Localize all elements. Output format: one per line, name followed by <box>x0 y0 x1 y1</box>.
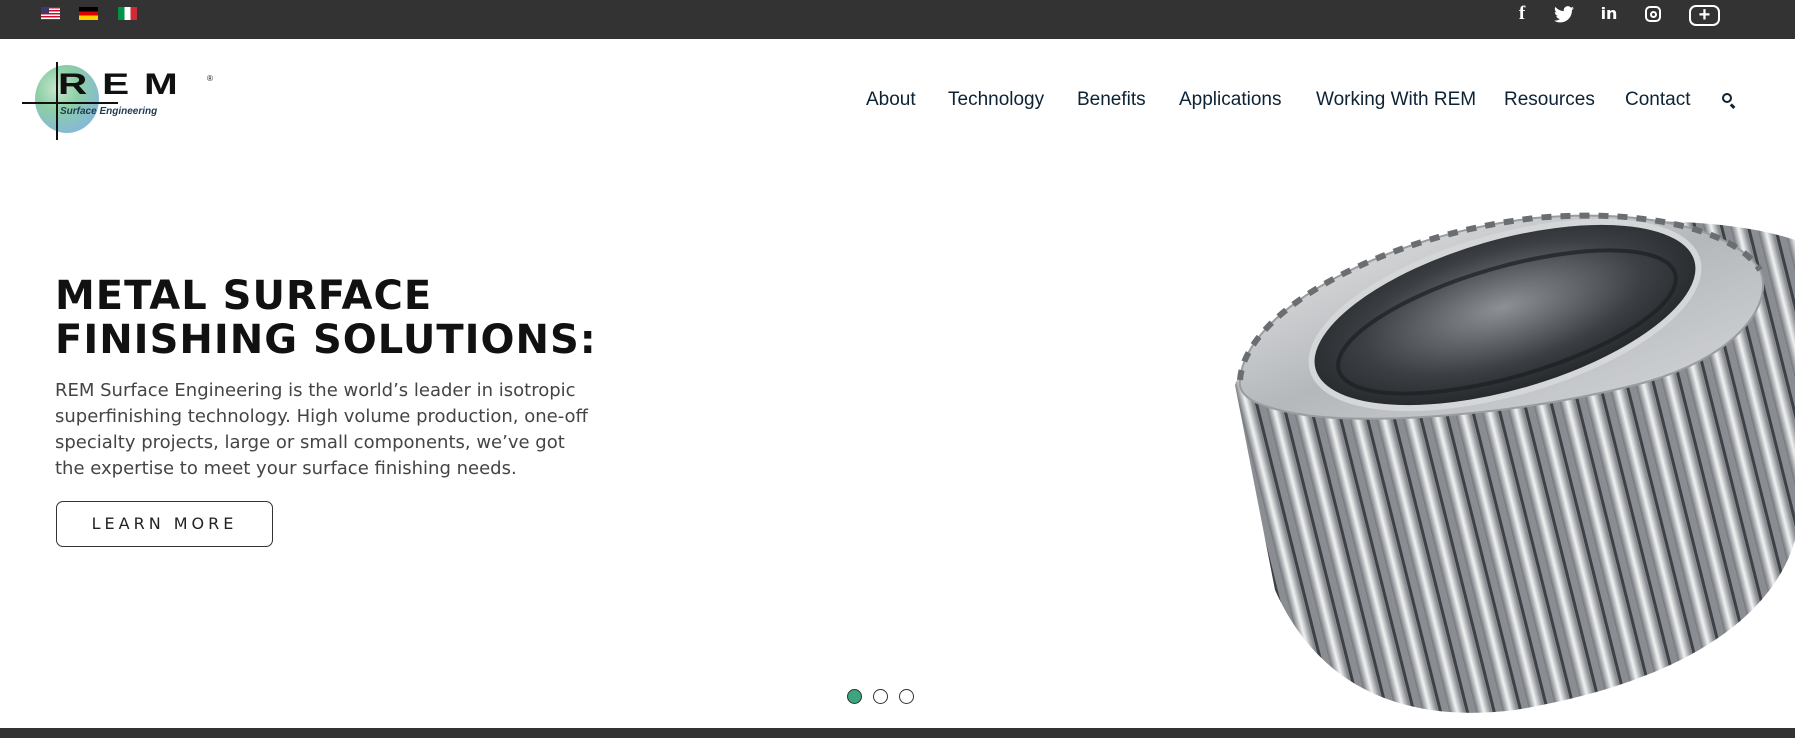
nav-item-contact[interactable]: Contact <box>1625 88 1690 112</box>
learn-more-button[interactable]: LEARN MORE <box>56 501 273 547</box>
logo-wordmark: REM <box>58 68 193 101</box>
linkedin-icon[interactable]: in <box>1599 4 1619 24</box>
italy-flag-icon[interactable] <box>118 7 137 20</box>
twitter-icon[interactable] <box>1553 4 1575 28</box>
logo-crosshair-horizontal <box>22 102 118 104</box>
search-icon[interactable] <box>1722 93 1736 109</box>
nav-item-working-with-rem[interactable]: Working With REM <box>1316 88 1476 112</box>
rem-logo[interactable]: REM ® Surface Engineering <box>22 60 217 142</box>
top-bar: f in + <box>0 0 1795 39</box>
hero-description: REM Surface Engineering is the world’s l… <box>55 380 588 479</box>
logo-registered-mark: ® <box>207 74 213 83</box>
us-flag-icon[interactable] <box>41 7 60 20</box>
nav-item-applications[interactable]: Applications <box>1179 88 1281 112</box>
instagram-icon[interactable] <box>1643 4 1663 27</box>
nav-item-technology[interactable]: Technology <box>948 88 1044 112</box>
nav-item-benefits[interactable]: Benefits <box>1077 88 1146 112</box>
carousel-dot-3[interactable] <box>899 689 914 704</box>
carousel-dot-2[interactable] <box>873 689 888 704</box>
hero-headline: METAL SURFACE FINISHING SOLUTIONS: <box>55 274 597 362</box>
carousel-dot-1[interactable] <box>847 689 862 704</box>
nav-item-resources[interactable]: Resources <box>1504 88 1595 112</box>
hero-headline-line1: METAL SURFACE <box>55 273 433 319</box>
nav-item-about[interactable]: About <box>866 88 916 112</box>
plus-icon[interactable]: + <box>1689 5 1720 26</box>
gear-image <box>1215 210 1795 715</box>
facebook-icon[interactable]: f <box>1514 4 1530 24</box>
hero-headline-line2: FINISHING SOLUTIONS: <box>55 317 597 363</box>
germany-flag-icon[interactable] <box>79 7 98 20</box>
bottom-bar <box>0 728 1795 738</box>
logo-tagline: Surface Engineering <box>60 106 158 117</box>
